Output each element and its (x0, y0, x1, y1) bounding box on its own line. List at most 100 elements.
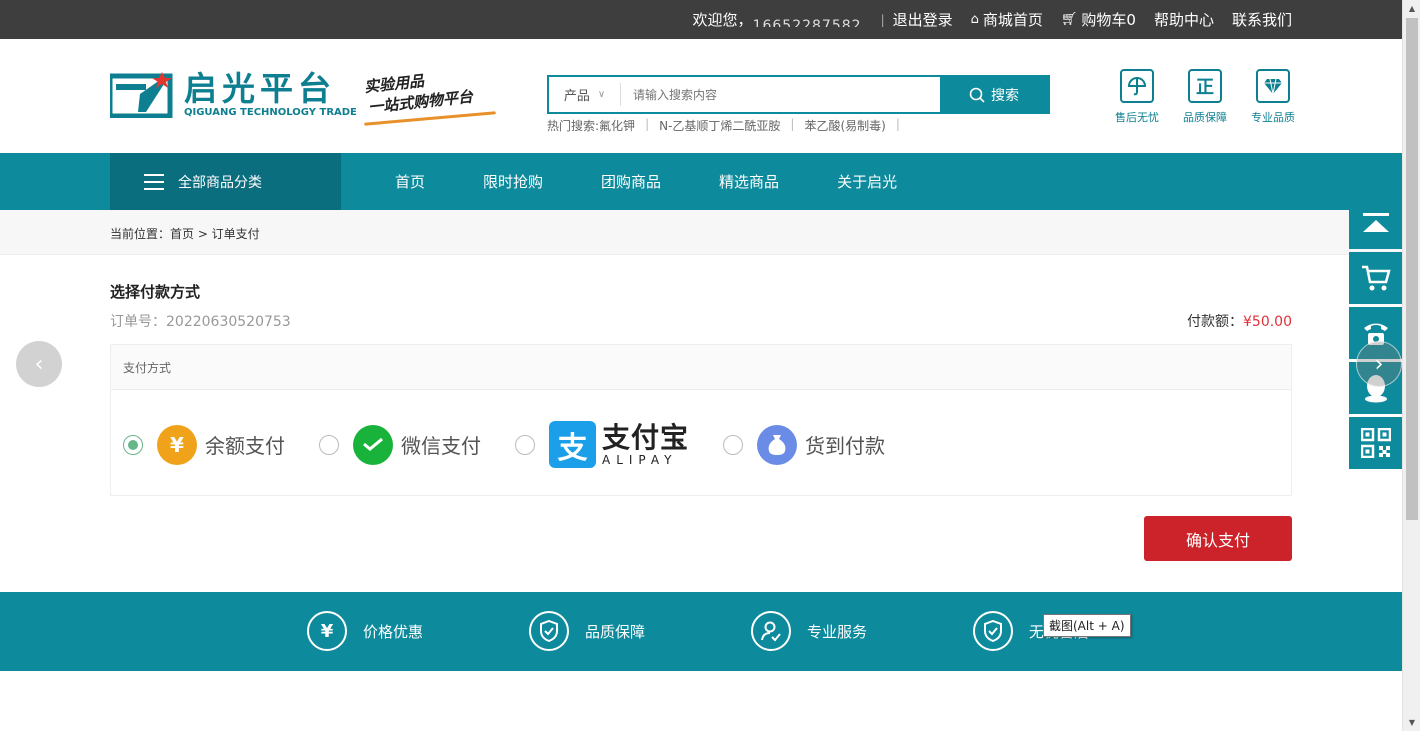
badge-label: 专业品质 (1251, 111, 1295, 124)
yen-glyph: ¥ (170, 432, 184, 457)
search-bar: 产品 ∨ 搜索 (547, 75, 1050, 114)
welcome-label: 欢迎您， (692, 11, 753, 29)
divider: | (895, 117, 900, 131)
hot-search-item[interactable]: N-乙基顺丁烯二酰亚胺 (659, 117, 780, 134)
radio-cod[interactable] (723, 434, 744, 455)
badge-after-sales[interactable]: 售后无忧 (1113, 69, 1161, 125)
zheng-glyph: 正 (1196, 77, 1214, 98)
cart-link[interactable]: 🛒︎ 购物车0 (1061, 9, 1136, 30)
pay-option-alipay[interactable]: 支 支付宝 ALIPAY (515, 421, 689, 468)
pay-option-label: 微信支付 (401, 434, 481, 458)
logo-title: 启光平台 (184, 69, 336, 108)
divider: | (645, 117, 650, 131)
service-item: 专业服务 (751, 611, 973, 651)
alipay-mark-icon: 支 (549, 421, 596, 468)
nav-about[interactable]: 关于启光 (837, 171, 897, 192)
logout-link[interactable]: 退出登录 (893, 9, 953, 30)
service-item: 品质保障 (529, 611, 751, 651)
carousel-prev-button[interactable]: ‹ (16, 341, 62, 387)
pay-option-cod[interactable]: 货到付款 (723, 424, 886, 465)
search-category-select[interactable]: 产品 ∨ (549, 83, 621, 106)
order-number: 订单号：20220630520753 (110, 311, 310, 327)
cart-icon (1361, 265, 1391, 291)
order-number-label: 订单号： (110, 314, 166, 327)
payment-amount: 付款额：¥50.00 (1187, 311, 1292, 331)
site-logo[interactable]: 启光平台 QIGUANG TECHNOLOGY TRADE (110, 71, 357, 119)
chevron-down-icon: ∨ (597, 89, 606, 100)
badge-professional[interactable]: 专业品质 (1249, 69, 1297, 125)
nav-featured[interactable]: 精选商品 (719, 171, 779, 192)
logout-label: 退出登录 (892, 11, 953, 29)
cart-label: 购物车0 (1081, 11, 1136, 29)
scroll-up-arrow-icon[interactable]: ▲ (1403, 0, 1420, 17)
all-categories-label: 全部商品分类 (178, 174, 262, 191)
shield-check-icon (973, 611, 1013, 651)
search-button[interactable]: 搜索 (940, 77, 1048, 112)
badge-quality[interactable]: 正 品质保障 (1181, 69, 1229, 125)
scroll-down-arrow-icon[interactable]: ▼ (1403, 714, 1420, 731)
alipay-logo-icon: 支 支付宝 ALIPAY (549, 421, 689, 468)
search-input[interactable] (621, 77, 940, 112)
pay-option-label: 余额支付 (205, 434, 285, 458)
service-label: 专业服务 (807, 622, 868, 641)
radio-balance[interactable] (123, 434, 143, 455)
breadcrumb: 当前位置：首页 > 订单支付 (0, 210, 1402, 255)
carousel-next-button[interactable]: › (1356, 341, 1402, 387)
home-label: 商城首页 (982, 11, 1043, 29)
nav-flash-sale[interactable]: 限时抢购 (483, 171, 543, 192)
payment-methods-header: 支付方式 (111, 345, 1291, 390)
order-number-value: 20220630520753 (166, 314, 291, 327)
logo-subtitle: QIGUANG TECHNOLOGY TRADE (184, 107, 357, 118)
confirm-payment-button[interactable]: 确认支付 (1144, 516, 1292, 561)
yen-glyph: ¥ (320, 620, 334, 642)
scrollbar-thumb[interactable] (1406, 18, 1418, 520)
hot-search-label: 热门搜索: (547, 119, 600, 133)
service-badges: 售后无忧 正 品质保障 专业品质 (1113, 69, 1297, 125)
help-label: 帮助中心 (1153, 11, 1214, 29)
hot-search-item[interactable]: 氟化钾 (599, 119, 635, 133)
service-label: 品质保障 (585, 622, 646, 641)
vertical-scrollbar[interactable]: ▲ ▼ (1402, 0, 1420, 731)
wechat-pay-icon (353, 424, 393, 465)
chevron-right-icon: › (1374, 351, 1384, 377)
radio-wechat[interactable] (319, 434, 339, 455)
nav-home[interactable]: 首页 (395, 171, 425, 192)
qrcode-icon (1360, 428, 1391, 458)
amount-label: 付款额： (1187, 314, 1243, 330)
hot-search-item[interactable]: 苯乙酸(易制毒) (804, 117, 885, 134)
home-link[interactable]: ⌂ 商城首页 (971, 9, 1043, 30)
yen-circle-icon: ¥ (307, 611, 347, 651)
pay-option-label: 货到付款 (805, 434, 886, 458)
service-band: ¥ 价格优惠 品质保障 专业服务 无忧售后 (0, 592, 1402, 671)
shield-icon (529, 611, 569, 651)
side-cart-button[interactable] (1349, 252, 1402, 304)
badge-label: 售后无忧 (1115, 111, 1159, 124)
diamond-icon (1256, 69, 1290, 103)
service-icon (751, 611, 791, 651)
side-qrcode-button[interactable] (1349, 417, 1402, 469)
radio-alipay[interactable] (515, 434, 535, 455)
search-category-label: 产品 (563, 89, 590, 104)
search-icon (969, 87, 985, 103)
pay-option-balance[interactable]: ¥ 余额支付 (123, 424, 285, 465)
nav-group-buy[interactable]: 团购商品 (601, 171, 661, 192)
alipay-en: ALIPAY (602, 452, 678, 467)
chevron-left-icon: ‹ (34, 351, 44, 377)
alipay-cn: 支付宝 (602, 420, 690, 454)
home-icon: ⌂ (970, 12, 979, 27)
slogan: 实验用品 一站式购物平台 (363, 72, 504, 129)
header: 启光平台 QIGUANG TECHNOLOGY TRADE 实验用品 一站式购物… (0, 39, 1402, 153)
logo-mark-icon (110, 72, 173, 118)
back-to-top-button[interactable] (1349, 197, 1402, 249)
side-toolbar (1349, 197, 1402, 469)
payment-methods-panel: 支付方式 ¥ 余额支付 微信支付 支 支付宝 ALIPAY 货到付款 (110, 344, 1292, 496)
badge-label: 品质保障 (1183, 111, 1227, 124)
all-categories-button[interactable]: 全部商品分类 (110, 153, 341, 210)
umbrella-icon (1120, 69, 1154, 103)
service-label: 价格优惠 (363, 622, 424, 641)
help-link[interactable]: 帮助中心 (1154, 9, 1214, 30)
contact-label: 联系我们 (1231, 11, 1292, 29)
contact-link[interactable]: 联系我们 (1232, 9, 1292, 30)
amount-value: ¥50.00 (1243, 314, 1292, 330)
pay-option-wechat[interactable]: 微信支付 (319, 424, 481, 465)
